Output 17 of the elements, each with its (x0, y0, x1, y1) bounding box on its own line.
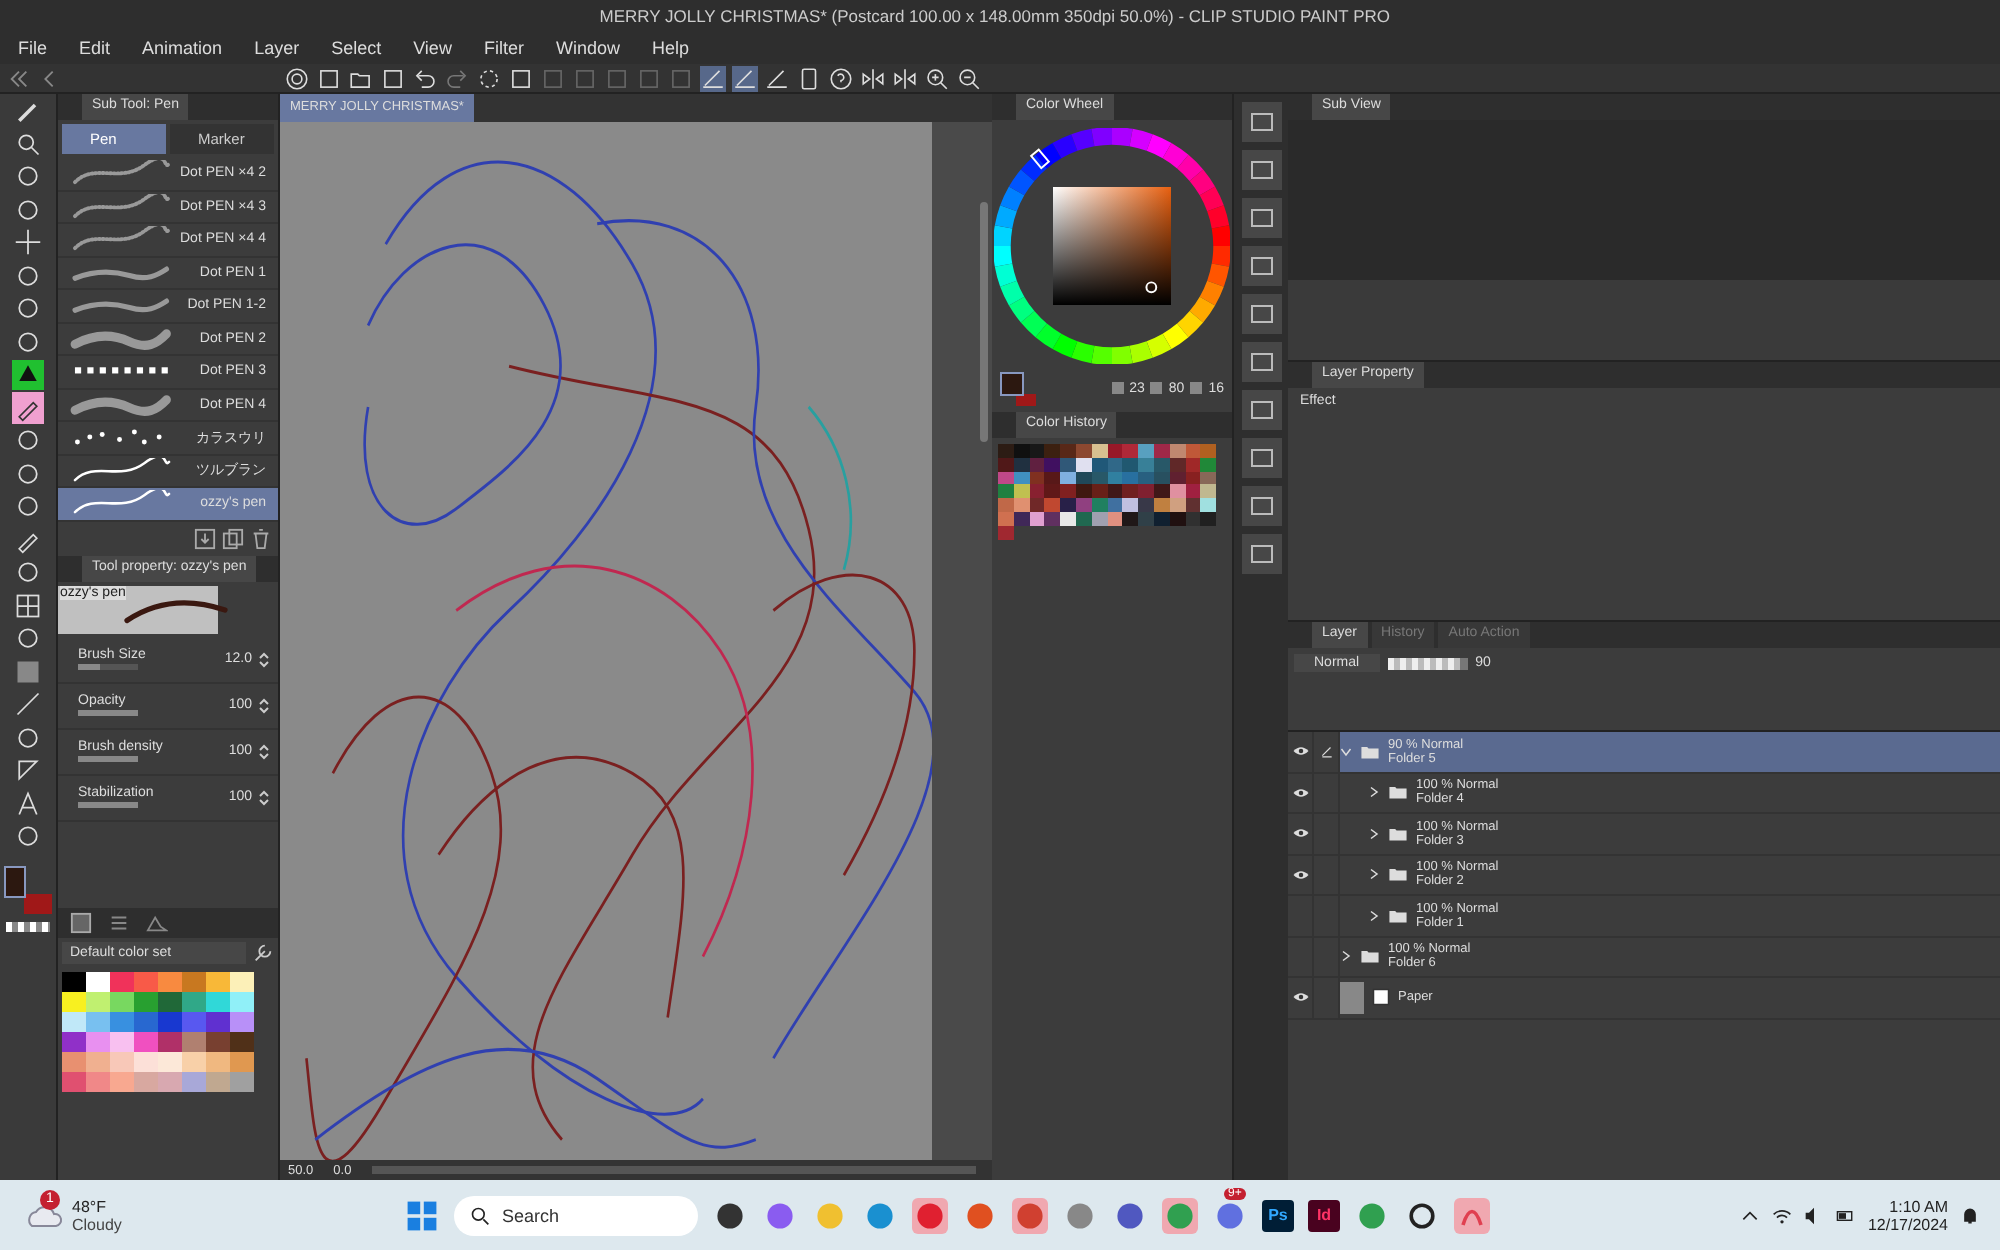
menu-item[interactable]: Edit (79, 38, 111, 58)
menu-item[interactable]: Filter (483, 38, 524, 58)
search-field[interactable]: Search (454, 1195, 698, 1235)
temperature: 48°F (72, 1197, 108, 1215)
menu-item[interactable]: Select (331, 38, 382, 58)
menu-item[interactable]: Animation (142, 38, 223, 58)
indesign-icon[interactable]: Id (1308, 1199, 1340, 1231)
menu-item[interactable]: File (18, 38, 48, 58)
clock-date[interactable]: 12/17/2024 (1867, 1215, 1948, 1233)
window-title: MERRY JOLLY CHRISTMAS* (Postcard 100.00 x 148.00mm 350dpi 50.0%) - CLIP STUDIO PAINT PRO (599, 6, 1390, 26)
clock-time[interactable]: 1:10 AM (1889, 1197, 1948, 1215)
photoshop-icon[interactable]: Ps (1262, 1199, 1294, 1231)
menu-item[interactable]: Layer (254, 38, 300, 58)
menu-item[interactable]: Window (555, 38, 620, 58)
weather-condition: Cloudy (72, 1215, 122, 1233)
menu-item[interactable]: View (413, 38, 452, 58)
menu-item[interactable]: Help (651, 38, 689, 58)
